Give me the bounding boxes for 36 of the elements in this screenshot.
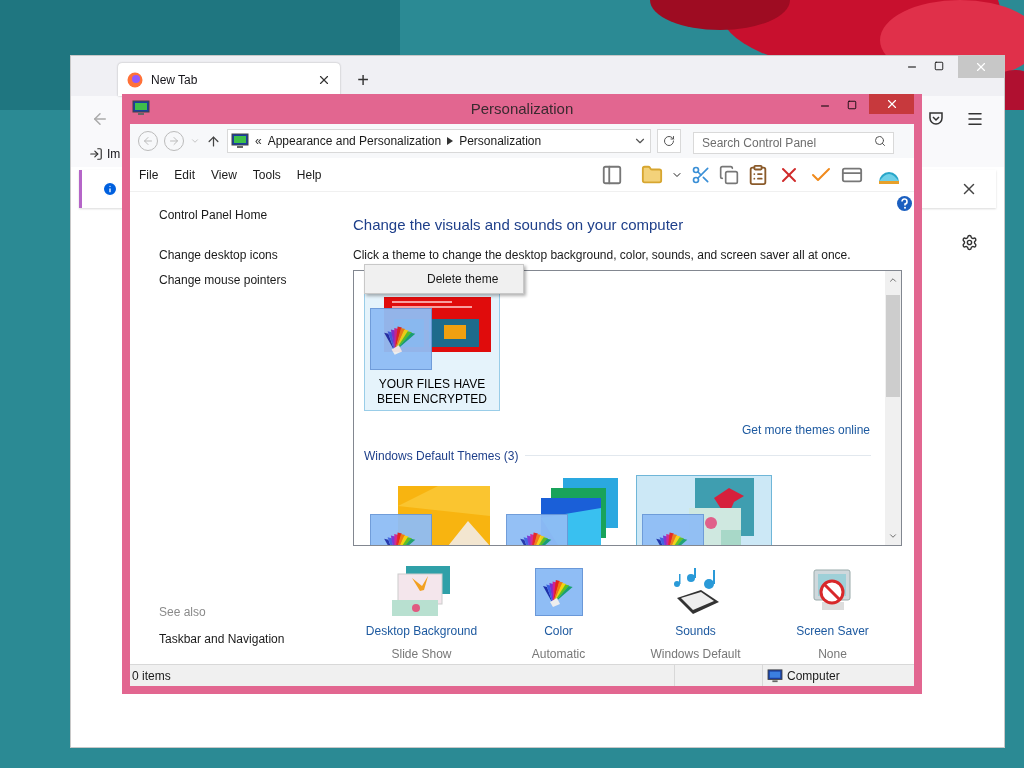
setting-link[interactable]: Sounds <box>675 621 716 640</box>
setting-link[interactable]: Color <box>544 621 573 640</box>
setting-value: None <box>818 645 847 663</box>
window-title: Personalization <box>470 98 574 119</box>
sidebar-link[interactable]: Change desktop icons <box>159 246 353 264</box>
setting-link[interactable]: Desktop Background <box>365 621 478 640</box>
menu-item[interactable]: Edit <box>174 165 196 184</box>
browser-tab[interactable]: New Tab <box>118 63 340 96</box>
bookmark-label[interactable]: Im <box>107 145 121 163</box>
search-field[interactable]: Search Control Panel <box>693 132 894 154</box>
address-field[interactable]: « Appearance and Personalization Personalization <box>227 129 651 153</box>
setting-value: Slide Show <box>391 645 452 663</box>
location-label: Computer <box>787 667 840 685</box>
setting-link[interactable]: Screen Saver <box>796 621 869 640</box>
breadcrumb[interactable]: Personalization <box>459 132 542 150</box>
overflow-chevron[interactable]: « <box>255 132 262 150</box>
menu-item[interactable]: View <box>211 165 237 184</box>
get-themes-link[interactable]: Get more themes online <box>741 420 870 439</box>
page-heading: Change the visuals and sounds on your computer <box>353 215 685 235</box>
menu-item[interactable]: File <box>139 165 159 184</box>
theme-name: YOUR FILES HAVE BEEN ENCRYPTED <box>376 376 488 407</box>
item-count: 0 items <box>131 667 172 685</box>
sidebar-link[interactable]: Control Panel Home <box>159 206 353 224</box>
sidebar-link[interactable]: Change mouse pointers <box>159 271 353 289</box>
setting-value: Automatic <box>531 645 586 663</box>
menu-item[interactable]: Delete theme <box>365 267 523 291</box>
menu-item[interactable]: Tools <box>252 165 281 184</box>
page-description: Click a theme to change the desktop background, color, sounds, and screen saver all at once. <box>353 246 852 264</box>
tab-title: New Tab <box>151 71 199 89</box>
breadcrumb[interactable]: Appearance and Personalization <box>267 132 442 150</box>
new-tab-button[interactable]: + <box>352 70 374 90</box>
sidebar-link[interactable]: Taskbar and Navigation <box>159 630 353 648</box>
setting-value: Windows Default <box>650 645 741 663</box>
menu-item[interactable]: Help <box>296 165 322 184</box>
see-also-heading: See also <box>159 604 207 621</box>
group-heading: Windows Default Themes (3) <box>364 447 519 465</box>
